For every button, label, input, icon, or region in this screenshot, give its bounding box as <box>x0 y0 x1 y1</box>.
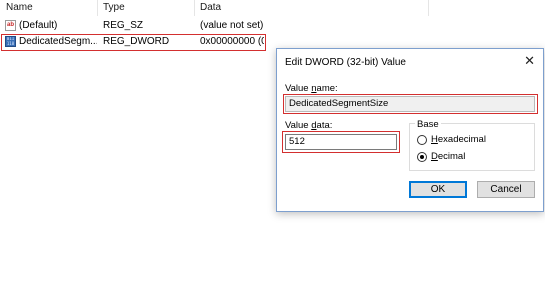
column-header-name[interactable]: Name <box>0 0 97 16</box>
base-group-title: Base <box>415 119 441 130</box>
value-name-label: Value name: <box>285 83 338 94</box>
row-type: REG_SZ <box>103 20 144 31</box>
column-divider[interactable] <box>428 0 429 16</box>
row-data: (value not set) <box>200 20 264 31</box>
registry-row-default[interactable]: ab (Default) REG_SZ (value not set) <box>0 18 270 34</box>
string-value-icon: ab <box>5 20 16 31</box>
column-header-type[interactable]: Type <box>97 0 194 16</box>
decimal-label[interactable]: Decimal <box>431 151 465 162</box>
value-data-highlight <box>282 131 400 153</box>
cancel-button[interactable]: Cancel <box>477 181 535 198</box>
row-name: (Default) <box>19 20 58 31</box>
base-group <box>409 123 535 171</box>
column-header-data[interactable]: Data <box>194 0 428 16</box>
decimal-radio[interactable] <box>417 152 427 162</box>
dialog-title: Edit DWORD (32-bit) Value <box>285 57 406 68</box>
hexadecimal-label[interactable]: Hexadecimal <box>431 134 486 145</box>
value-data-label: Value data: <box>285 120 333 131</box>
value-name-highlight <box>283 94 538 114</box>
edit-dword-dialog: Edit DWORD (32-bit) Value ✕ Value name: … <box>276 48 544 212</box>
close-icon[interactable]: ✕ <box>524 53 535 69</box>
row-highlight-box <box>1 34 266 51</box>
ok-button[interactable]: OK <box>409 181 467 198</box>
hexadecimal-radio[interactable] <box>417 135 427 145</box>
